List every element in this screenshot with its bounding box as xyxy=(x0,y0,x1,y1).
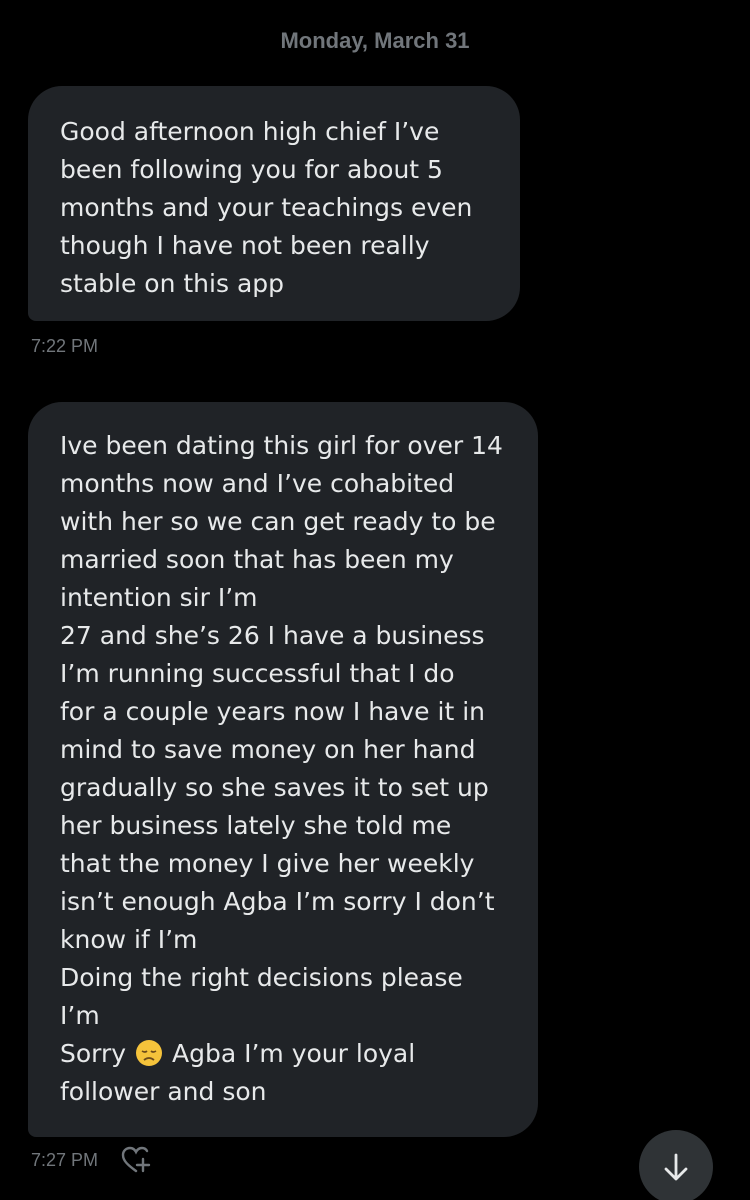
message-text: Good afternoon high chief I’ve been foll… xyxy=(60,117,473,298)
message-bubble-1[interactable]: Good afternoon high chief I’ve been foll… xyxy=(28,86,520,321)
add-reaction-heart-icon[interactable] xyxy=(120,1145,152,1175)
message-timestamp: 7:27 PM xyxy=(31,1150,99,1170)
scroll-to-bottom-button[interactable] xyxy=(639,1130,713,1200)
dm-conversation: Monday, March 31 Good afternoon high chi… xyxy=(0,0,750,1200)
arrow-down-icon xyxy=(664,1153,688,1181)
message-timestamp: 7:22 PM xyxy=(31,336,99,356)
disappointed-face-emoji xyxy=(136,1040,163,1066)
message-text: Ive been dating this girl for over 14 mo… xyxy=(60,431,503,1068)
date-separator: Monday, March 31 xyxy=(280,28,470,53)
message-bubble-2[interactable]: Ive been dating this girl for over 14 mo… xyxy=(28,402,538,1137)
